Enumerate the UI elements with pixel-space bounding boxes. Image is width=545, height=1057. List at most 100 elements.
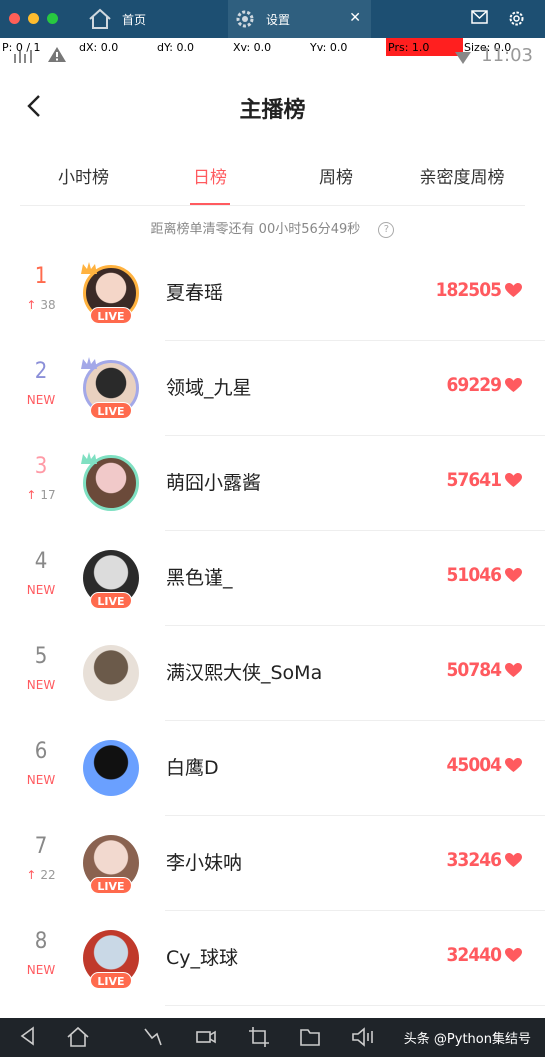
avatar[interactable]: LIVE bbox=[83, 550, 139, 609]
crown-icon bbox=[79, 450, 99, 472]
active-tab-indicator bbox=[190, 203, 230, 205]
ranking-row[interactable]: 4 NEW LIVE 黑色谨_ 51046 bbox=[0, 531, 545, 626]
heart-icon bbox=[505, 663, 522, 677]
heart-icon bbox=[505, 758, 522, 772]
rank-number: 4 bbox=[34, 549, 48, 574]
arrow-up-icon: ↑ bbox=[26, 488, 37, 502]
tab-home-label: 首页 bbox=[122, 12, 147, 27]
tab-weekly[interactable]: 周榜 bbox=[273, 163, 399, 188]
ranking-row[interactable]: 5 NEW 满汉熙大侠_SoMa 50784 bbox=[0, 626, 545, 721]
avatar[interactable] bbox=[81, 452, 139, 511]
heart-icon bbox=[505, 568, 522, 582]
arrow-up-icon: ↑ bbox=[26, 298, 37, 312]
score-value: 69229 bbox=[446, 374, 502, 396]
live-badge: LIVE bbox=[90, 592, 132, 609]
tab-hourly[interactable]: 小时榜 bbox=[20, 163, 147, 188]
rank-change-value: NEW bbox=[26, 963, 56, 977]
arrow-up-icon: ↑ bbox=[26, 868, 37, 882]
ranking-tabs: 小时榜 日榜 周榜 亲密度周榜 bbox=[20, 155, 525, 206]
avatar[interactable]: LIVE bbox=[83, 835, 139, 894]
crown-icon bbox=[79, 260, 99, 282]
close-tab-icon[interactable]: ✕ bbox=[349, 10, 361, 26]
anchor-score: 51046 bbox=[447, 564, 523, 586]
nav-home-icon[interactable] bbox=[66, 1026, 90, 1052]
score-value: 51046 bbox=[446, 564, 502, 586]
debug-dx: dX: 0.0 bbox=[79, 41, 119, 54]
rank-number: 2 bbox=[34, 359, 48, 384]
heart-icon bbox=[505, 378, 522, 392]
anchor-name: 领域_九星 bbox=[166, 377, 252, 399]
tab-settings[interactable]: 设置 ✕ bbox=[228, 0, 371, 38]
score-value: 57641 bbox=[446, 469, 502, 491]
live-badge: LIVE bbox=[90, 402, 132, 419]
ranking-row[interactable]: 3 ↑ 17 萌囧小露酱 57641 bbox=[0, 436, 545, 531]
rank-number: 3 bbox=[34, 454, 48, 479]
rank-number: 8 bbox=[34, 929, 48, 954]
avatar[interactable]: LIVE bbox=[83, 930, 139, 989]
avatar[interactable] bbox=[83, 645, 139, 701]
ranking-row[interactable]: 6 NEW 白鹰D 45004 bbox=[0, 721, 545, 816]
nav-video-icon[interactable] bbox=[195, 1026, 217, 1052]
ranking-row[interactable]: 2 NEW LIVE 领域_九星 69229 bbox=[0, 341, 545, 436]
debug-dy: dY: 0.0 bbox=[157, 41, 194, 54]
anchor-name: 萌囧小露酱 bbox=[166, 472, 262, 494]
nav-back-icon[interactable] bbox=[18, 1026, 38, 1050]
anchor-name: 黑色谨_ bbox=[166, 567, 233, 589]
live-badge: LIVE bbox=[90, 877, 132, 894]
rank-change: NEW bbox=[0, 583, 82, 597]
rank-change-value: NEW bbox=[26, 393, 56, 407]
rank-change-value: 38 bbox=[40, 298, 56, 312]
rank-change-value: NEW bbox=[26, 678, 56, 692]
settings-icon[interactable] bbox=[508, 10, 525, 27]
anchor-score: 182505 bbox=[436, 279, 523, 301]
app-header: 主播榜 bbox=[0, 70, 545, 140]
avatar-image bbox=[83, 645, 139, 701]
mail-icon[interactable] bbox=[471, 10, 488, 24]
anchor-score: 45004 bbox=[447, 754, 523, 776]
home-icon bbox=[88, 8, 112, 30]
tab-daily[interactable]: 日榜 bbox=[147, 163, 273, 188]
ranking-row[interactable]: 8 NEW LIVE Cy_球球 32440 bbox=[0, 911, 545, 1006]
rank-number: 1 bbox=[34, 264, 48, 289]
anchor-score: 33246 bbox=[447, 849, 523, 871]
debug-xv: Xv: 0.0 bbox=[233, 41, 272, 54]
tab-settings-label: 设置 bbox=[266, 12, 291, 27]
help-icon[interactable]: ? bbox=[378, 221, 395, 238]
countdown-text: 距离榜单清零还有 00小时56分49秒 bbox=[150, 222, 361, 237]
live-badge: LIVE bbox=[90, 972, 132, 989]
score-value: 50784 bbox=[446, 659, 502, 681]
nav-volume-icon[interactable] bbox=[351, 1026, 375, 1052]
anchor-score: 69229 bbox=[447, 374, 523, 396]
close-window-dot[interactable] bbox=[9, 13, 20, 24]
nav-gesture-icon[interactable] bbox=[142, 1026, 164, 1052]
window-titlebar: 首页 设置 ✕ bbox=[0, 0, 545, 38]
tab-intimacy-weekly[interactable]: 亲密度周榜 bbox=[399, 163, 525, 188]
avatar-image bbox=[83, 740, 139, 796]
anchor-score: 57641 bbox=[447, 469, 523, 491]
ranking-row[interactable]: 7 ↑ 22 LIVE 李小妹呐 33246 bbox=[0, 816, 545, 911]
maximize-window-dot[interactable] bbox=[47, 13, 58, 24]
ranking-row[interactable]: 1 ↑ 38 LIVE 夏春瑶 182505 bbox=[0, 246, 545, 341]
avatar[interactable]: LIVE bbox=[81, 357, 139, 419]
row-divider bbox=[165, 1005, 545, 1006]
rank-change: ↑ 22 bbox=[0, 868, 82, 882]
nav-crop-icon[interactable] bbox=[248, 1026, 270, 1052]
heart-icon bbox=[505, 853, 522, 867]
avatar[interactable]: LIVE bbox=[81, 262, 139, 324]
signal-icon bbox=[14, 46, 74, 68]
score-value: 33246 bbox=[446, 849, 502, 871]
status-clock: 11:03 bbox=[481, 45, 533, 66]
tab-home[interactable]: 首页 bbox=[88, 0, 223, 38]
rank-change-value: 17 bbox=[40, 488, 56, 502]
avatar[interactable] bbox=[83, 740, 139, 796]
heart-icon bbox=[505, 948, 522, 962]
watermark: 头条 @Python集结号 bbox=[403, 1032, 531, 1047]
anchor-score: 50784 bbox=[447, 659, 523, 681]
anchor-name: 满汉熙大侠_SoMa bbox=[166, 662, 323, 684]
anchor-name: 李小妹呐 bbox=[166, 852, 243, 874]
rank-change: NEW bbox=[0, 678, 82, 692]
rank-number: 5 bbox=[34, 644, 48, 669]
minimize-window-dot[interactable] bbox=[28, 13, 39, 24]
rank-number: 6 bbox=[34, 739, 48, 764]
nav-folder-icon[interactable] bbox=[299, 1026, 321, 1052]
